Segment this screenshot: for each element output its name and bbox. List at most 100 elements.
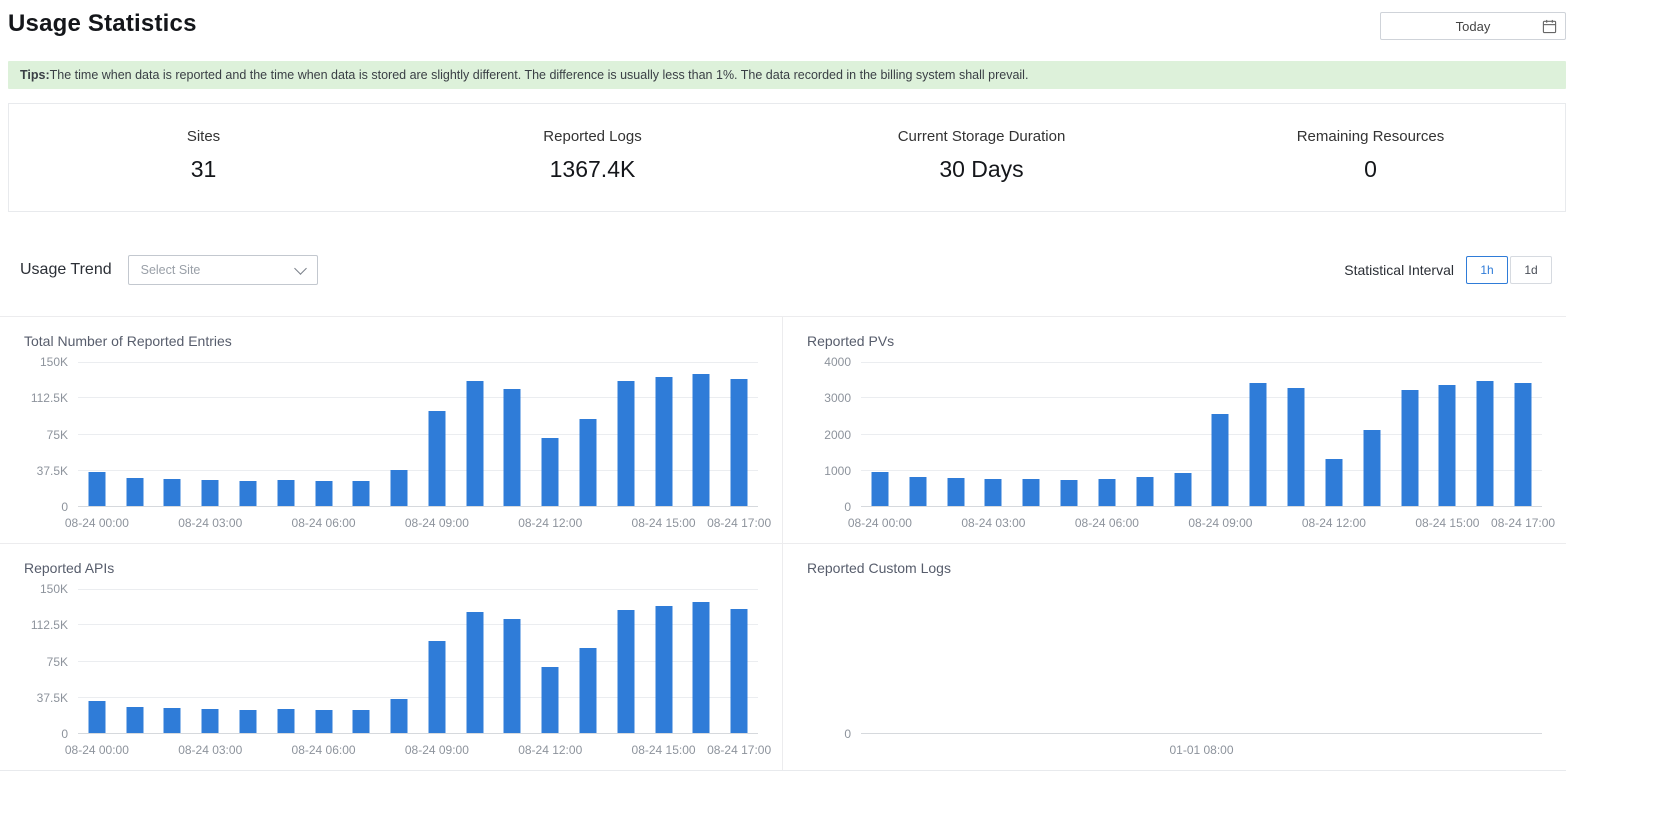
x-tick-label: 08-24 12:00 — [518, 516, 583, 530]
tips-prefix: Tips: — [20, 68, 50, 82]
charts-grid: Total Number of Reported Entries 0 37.5K 7… — [0, 316, 1566, 770]
site-select-placeholder: Select Site — [140, 263, 201, 277]
plot-area — [78, 589, 758, 734]
chart-reported-custom-logs: Reported Custom Logs 0 01-01 08:00 — [783, 544, 1566, 770]
usage-trend-header: Usage Trend Select Site Statistical Inte… — [0, 224, 1566, 316]
bar — [1211, 413, 1229, 506]
plot-area — [78, 362, 758, 507]
stat-label: Reported Logs — [543, 128, 642, 145]
bar — [390, 699, 408, 733]
x-tick-label: 08-24 17:00 — [707, 743, 772, 757]
bar — [617, 610, 635, 733]
bar — [1060, 479, 1078, 506]
stat-value: 0 — [1364, 156, 1377, 182]
stat-label: Current Storage Duration — [897, 128, 1066, 145]
stat-value: 30 Days — [939, 156, 1024, 182]
bar — [655, 377, 673, 506]
x-tick-label: 01-01 08:00 — [1169, 743, 1234, 757]
y-tick-label: 112.5K — [30, 391, 68, 406]
tips-text: The time when data is reported and the t… — [49, 68, 1029, 82]
bar — [692, 601, 710, 733]
statistical-interval-label: Statistical Interval — [1344, 262, 1454, 278]
bar — [126, 477, 144, 506]
bar — [88, 472, 106, 506]
chart-reported-apis: Reported APIs 0 37.5K 75K 112.5K 150K 08-24 … — [0, 544, 783, 770]
stat-value: 1367.4K — [549, 156, 636, 182]
stat-sites: Sites 31 — [9, 128, 398, 183]
x-tick-label: 08-24 06:00 — [291, 743, 356, 757]
bar — [428, 641, 446, 733]
plot-area — [861, 362, 1542, 507]
y-axis: 0 1000 2000 3000 4000 — [807, 355, 861, 514]
bar — [730, 609, 748, 733]
bar — [947, 478, 965, 506]
y-tick-label: 0 — [61, 727, 68, 741]
usage-trend-panel: Usage Trend Select Site Statistical Inte… — [0, 224, 1566, 771]
y-tick-label: 0 — [61, 500, 68, 514]
x-tick-label: 08-24 00:00 — [64, 743, 129, 757]
bar — [277, 479, 295, 506]
interval-1h-button[interactable]: 1h — [1466, 256, 1508, 284]
stat-label: Sites — [186, 128, 221, 145]
x-tick-label: 08-24 15:00 — [1415, 516, 1480, 530]
y-tick-label: 3000 — [824, 391, 851, 406]
bar — [239, 709, 257, 733]
interval-1d-button[interactable]: 1d — [1510, 256, 1552, 284]
y-tick-label: 37.5K — [36, 463, 68, 478]
x-tick-label: 08-24 09:00 — [1188, 516, 1253, 530]
x-tick-label: 08-24 12:00 — [518, 743, 583, 757]
chart-title: Reported PVs — [807, 333, 895, 349]
x-tick-label: 08-24 00:00 — [64, 516, 129, 530]
chart-body: 0 01-01 08:00 — [807, 589, 1542, 760]
x-tick-label: 08-24 17:00 — [707, 516, 772, 530]
y-tick-label: 112.5K — [30, 618, 68, 633]
bar — [1249, 382, 1267, 506]
stat-label: Remaining Resources — [1296, 128, 1445, 145]
bar — [239, 480, 257, 506]
bar — [1514, 383, 1532, 506]
x-tick-label: 08-24 09:00 — [404, 516, 469, 530]
usage-trend-title: Usage Trend — [20, 261, 112, 278]
page-title: Usage Statistics — [8, 10, 197, 37]
gridline — [78, 589, 758, 590]
chart-body: 0 37.5K 75K 112.5K 150K 08-24 00:00 08-24 03:… — [24, 355, 771, 533]
y-tick-label: 37.5K — [36, 690, 68, 705]
page-header: Usage Statistics Today — [0, 0, 1566, 53]
tips-banner: Tips:The time when data is reported and … — [8, 61, 1566, 89]
x-axis: 01-01 08:00 — [861, 734, 1542, 760]
stat-storage-duration: Current Storage Duration 30 Days — [787, 128, 1176, 183]
x-axis: 08-24 00:00 08-24 03:00 08-24 06:00 08-24 0… — [848, 507, 1555, 533]
date-range-picker[interactable]: Today — [1380, 12, 1566, 40]
x-tick-label: 08-24 06:00 — [1074, 516, 1139, 530]
bar — [163, 707, 181, 733]
statistical-interval-group: Statistical Interval 1h 1d — [1344, 256, 1552, 284]
bar — [1287, 388, 1305, 506]
y-tick-label: 0 — [844, 727, 851, 741]
y-axis: 0 37.5K 75K 112.5K 150K — [24, 582, 78, 741]
x-tick-label: 08-24 00:00 — [847, 516, 912, 530]
y-tick-label: 4000 — [824, 355, 851, 369]
site-select[interactable]: Select Site — [127, 255, 318, 285]
x-tick-label: 08-24 03:00 — [178, 516, 243, 530]
bar — [126, 706, 144, 733]
bar — [352, 480, 370, 506]
y-tick-label: 150K — [39, 582, 68, 596]
y-axis: 0 37.5K 75K 112.5K 150K — [24, 355, 78, 514]
bar — [579, 647, 597, 733]
bar — [466, 612, 484, 733]
bar — [541, 438, 559, 506]
y-tick-label: 2000 — [824, 427, 851, 442]
bar — [277, 708, 295, 733]
x-tick-label: 08-24 03:00 — [178, 743, 243, 757]
x-tick-label: 08-24 06:00 — [291, 516, 356, 530]
usage-statistics-page: Usage Statistics Today Tips:The time whe… — [0, 0, 1566, 771]
x-tick-label: 08-24 15:00 — [631, 516, 696, 530]
x-tick-label: 08-24 12:00 — [1301, 516, 1366, 530]
bar — [1476, 380, 1494, 506]
bar — [428, 411, 446, 506]
chart-total-reported-entries: Total Number of Reported Entries 0 37.5K 7… — [0, 317, 783, 544]
date-range-label: Today — [1455, 18, 1491, 34]
bar — [692, 373, 710, 506]
bar — [503, 618, 521, 733]
bar — [201, 479, 219, 506]
